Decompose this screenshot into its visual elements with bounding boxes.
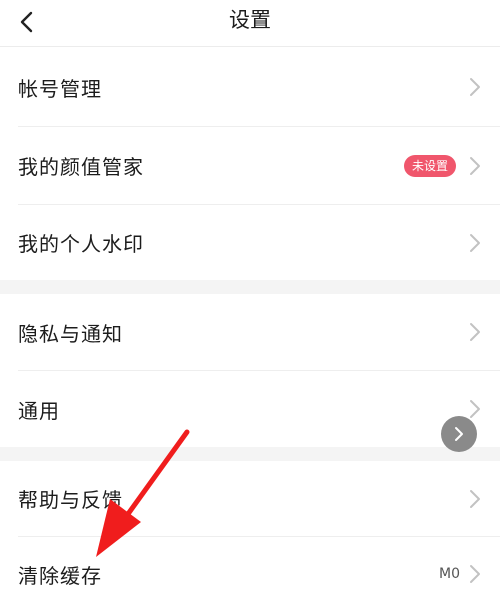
settings-item-label: 清除缓存 [18,563,102,588]
cache-size-value: M0 [439,566,460,582]
settings-item-label: 帐号管理 [18,76,102,101]
settings-item-label: 我的个人水印 [18,232,144,256]
not-set-badge: 未设置 [403,154,456,177]
chevron-right-icon [470,565,480,583]
settings-item-label: 帮助与反馈 [18,488,123,512]
chevron-right-icon [470,400,480,418]
section-gap [0,447,500,461]
settings-item-account-management[interactable]: 帐号管理 [0,47,500,127]
chevron-right-icon [470,323,480,341]
page-title: 设置 [229,8,271,32]
settings-item-personal-watermark[interactable]: 我的个人水印 [0,205,500,280]
floating-forward-button[interactable] [441,416,477,452]
section-gap [0,280,500,294]
settings-item-general[interactable]: 通用 [0,371,500,447]
settings-item-label: 我的颜值管家 [18,155,144,179]
settings-item-label: 隐私与通知 [18,321,123,346]
settings-item-label: 通用 [18,398,60,423]
chevron-right-icon [470,78,480,96]
settings-item-beauty-manager[interactable]: 我的颜值管家 未设置 [0,127,500,204]
chevron-right-icon [455,427,463,441]
chevron-right-icon [470,489,480,508]
top-nav-bar: 设置 [0,0,500,47]
settings-item-privacy-notifications[interactable]: 隐私与通知 [0,294,500,370]
settings-item-help-feedback[interactable]: 帮助与反馈 [0,461,500,536]
settings-item-clear-cache[interactable]: 清除缓存 M0 [0,537,500,611]
chevron-right-icon [470,156,480,175]
chevron-right-icon [470,233,480,252]
